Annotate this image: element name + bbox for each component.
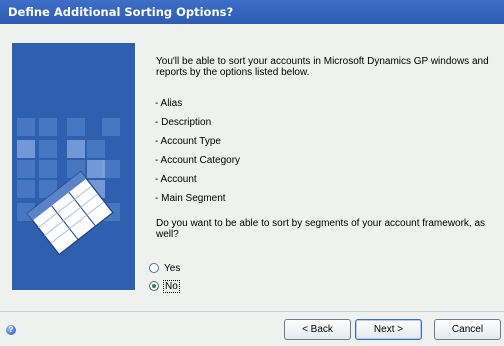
list-item: - Account Category (155, 155, 241, 166)
list-item: - Account (155, 174, 197, 185)
wizard-illustration (12, 43, 135, 290)
list-item: - Alias (155, 98, 183, 109)
radio-yes[interactable]: Yes (149, 261, 180, 275)
intro-text: You'll be able to sort your accounts in … (156, 56, 489, 78)
radio-yes-label[interactable]: Yes (164, 263, 180, 274)
list-item: - Account Type (155, 136, 221, 147)
list-item: - Description (155, 117, 212, 128)
radio-no-circle[interactable] (149, 281, 159, 291)
next-button[interactable]: Next > (355, 319, 422, 340)
radio-no[interactable]: No (149, 279, 180, 293)
question-text: Do you want to be able to sort by segmen… (156, 218, 486, 240)
radio-yes-circle[interactable] (149, 263, 159, 273)
window-title: Define Additional Sorting Options? (8, 5, 234, 19)
wizard-content: You'll be able to sort your accounts in … (147, 24, 497, 311)
help-icon[interactable]: ? (6, 325, 16, 335)
radio-no-label[interactable]: No (163, 279, 180, 293)
cancel-button[interactable]: Cancel (434, 319, 501, 340)
list-item: - Main Segment (155, 193, 226, 204)
title-bar: Define Additional Sorting Options? (0, 0, 504, 24)
wizard-footer: ? < Back Next > Cancel (0, 311, 504, 346)
back-button[interactable]: < Back (284, 319, 351, 340)
sort-options-list: - Alias - Description - Account Type - A… (155, 98, 240, 212)
